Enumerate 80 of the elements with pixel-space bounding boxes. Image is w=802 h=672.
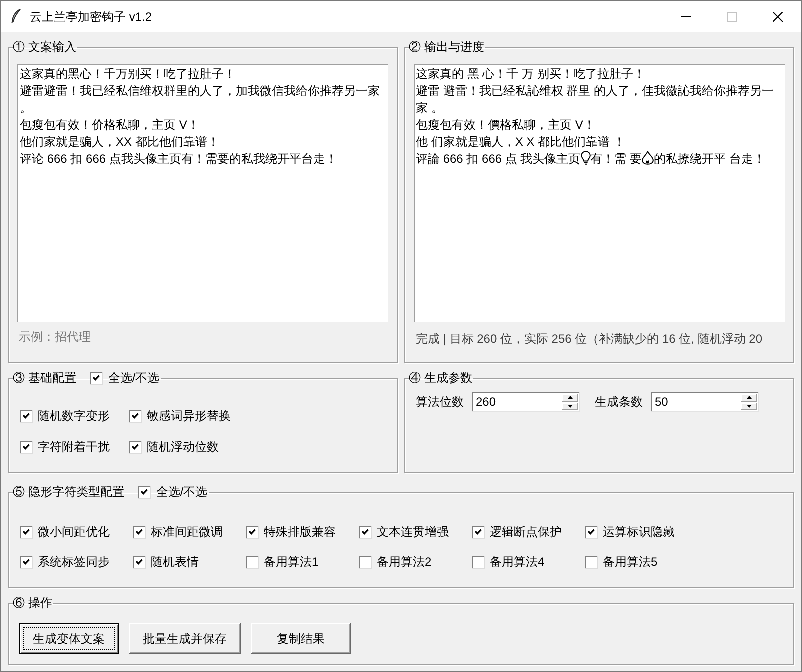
- field-label: 算法位数: [416, 394, 464, 410]
- number-spinbox[interactable]: 50: [651, 392, 759, 412]
- checkbox-label[interactable]: 字符附着干扰: [38, 439, 110, 455]
- check-icon: [93, 375, 100, 381]
- lightbulb-icon: [580, 151, 591, 165]
- checkbox[interactable]: [472, 526, 485, 538]
- flame-icon: [642, 151, 654, 165]
- check-icon: [132, 413, 139, 419]
- checkbox[interactable]: [585, 526, 598, 538]
- spin-up-button[interactable]: [562, 394, 578, 402]
- down-arrow-icon: [746, 404, 752, 408]
- checkbox-label[interactable]: 逻辑断点保护: [490, 524, 562, 540]
- checkbox[interactable]: [359, 526, 372, 538]
- checkbox-label[interactable]: 运算标识隐藏: [603, 524, 675, 540]
- spin-up-button[interactable]: [741, 394, 757, 402]
- checkbox-label[interactable]: 标准间距微调: [151, 524, 223, 540]
- spin-down-button[interactable]: [741, 402, 757, 410]
- number-spinbox[interactable]: 260: [472, 392, 580, 412]
- checkbox[interactable]: [90, 372, 104, 384]
- checkbox[interactable]: [20, 556, 33, 568]
- output-text-area[interactable]: 这家真的 黑 心！千 万 别买！吃了拉肚子！ 避雷 避雷！我已经私訫维权 群里 的人了，佳我徽訫我给你推荐另一 家 。 包瘦包有效！價格私聊，主页 V！ 他 们家就是骗人，X X 都比他们靠谱 ！ 评論 666 扣 666 点 我头像主页 有！需 要 的私撩绕开平 台走！: [414, 64, 785, 322]
- checkbox-label[interactable]: 敏感词异形替换: [147, 408, 231, 424]
- checkbox-label[interactable]: 备用算法1: [264, 554, 319, 570]
- checkbox-label[interactable]: 全选/不选: [156, 484, 208, 500]
- checkbox[interactable]: [20, 440, 33, 454]
- spin-down-button[interactable]: [562, 402, 578, 410]
- checkbox[interactable]: [246, 556, 259, 568]
- window-title: 云上兰亭加密钩子 v1.2: [30, 8, 152, 24]
- frame-title: ③ 基础配置: [13, 370, 76, 386]
- frame-title: ⑤ 隐形字符类型配置: [13, 484, 124, 500]
- checkbox[interactable]: [20, 410, 33, 422]
- action-button[interactable]: 复制结果: [251, 623, 351, 654]
- down-arrow-icon: [568, 404, 572, 408]
- input-text-area[interactable]: 这家真的黑心！千万别买！吃了拉肚子！ 避雷避雷！我已经私信维权群里的人了，加我微信我给你推荐另一家 。 包瘦包有效！价格私聊，主页 V！ 他们家就是骗人，XX 都比他们靠谱！ 评论 666 扣 666 点我头像主页有！需要的私我绕开平台走！: [17, 64, 388, 322]
- check-icon: [23, 444, 30, 450]
- checkbox[interactable]: [129, 410, 142, 422]
- up-arrow-icon: [568, 396, 572, 400]
- up-arrow-icon: [746, 396, 752, 400]
- check-icon: [475, 529, 482, 535]
- check-icon: [136, 529, 143, 535]
- check-icon: [141, 489, 148, 495]
- check-icon: [249, 529, 256, 535]
- check-icon: [362, 529, 369, 535]
- checkbox-label[interactable]: 备用算法4: [490, 554, 545, 570]
- checkbox-label[interactable]: 随机表情: [151, 554, 199, 570]
- checkbox[interactable]: [585, 556, 598, 568]
- status-text: 完成 | 目标 260 位，实际 256 位（补满缺少的 16 位, 随机浮动 20: [415, 331, 764, 347]
- checkbox-label[interactable]: 文本连贯增强: [377, 524, 449, 540]
- checkbox-label[interactable]: 随机数字变形: [38, 408, 110, 424]
- checkbox-label[interactable]: 系统标签同步: [38, 554, 110, 570]
- checkbox-label[interactable]: 微小间距优化: [38, 524, 110, 540]
- check-icon: [136, 559, 143, 565]
- checkbox[interactable]: [138, 486, 152, 498]
- checkbox[interactable]: [133, 556, 146, 568]
- action-button[interactable]: 批量生成并保存: [129, 623, 241, 654]
- check-icon: [23, 529, 30, 535]
- checkbox-label[interactable]: 随机浮动位数: [147, 439, 219, 455]
- checkbox[interactable]: [133, 526, 146, 538]
- frame-title: ④ 生成参数: [409, 370, 472, 386]
- field-label: 生成条数: [595, 394, 643, 410]
- frame-title: ① 文案输入: [13, 39, 76, 55]
- check-icon: [132, 444, 139, 450]
- close-icon[interactable]: [773, 12, 783, 22]
- checkbox[interactable]: [246, 526, 259, 538]
- checkbox-label[interactable]: 全选/不选: [108, 370, 160, 386]
- checkbox[interactable]: [472, 556, 485, 568]
- checkbox-label[interactable]: 特殊排版兼容: [264, 524, 336, 540]
- action-button[interactable]: 生成变体文案: [19, 623, 119, 654]
- hint-text: 示例：招代理: [18, 329, 92, 345]
- check-icon: [23, 559, 30, 565]
- checkbox[interactable]: [359, 556, 372, 568]
- feather-icon: [11, 9, 21, 24]
- check-icon: [588, 529, 595, 535]
- frame-title: ⑥ 操作: [13, 595, 52, 611]
- checkbox[interactable]: [129, 440, 142, 454]
- checkbox-label[interactable]: 备用算法5: [603, 554, 658, 570]
- checkbox[interactable]: [20, 526, 33, 538]
- check-icon: [23, 413, 30, 419]
- frame-title: ② 输出与进度: [409, 39, 484, 55]
- checkbox-label[interactable]: 备用算法2: [377, 554, 432, 570]
